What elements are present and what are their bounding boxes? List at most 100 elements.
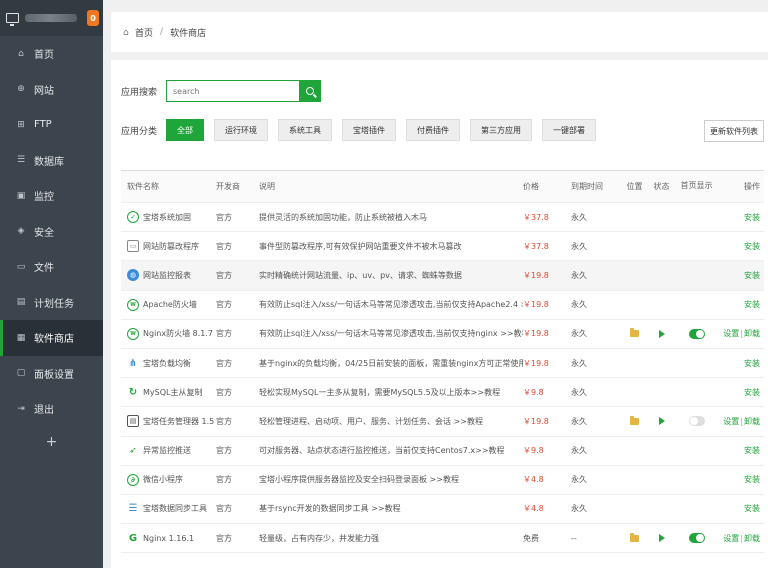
home-display-toggle[interactable] (688, 416, 705, 427)
folder-icon[interactable] (630, 328, 639, 338)
shield-icon: ◈ (17, 226, 25, 237)
folder-icon[interactable] (630, 415, 639, 425)
install-button[interactable]: 安装 (744, 271, 760, 280)
app-price: ￥19.8 (523, 416, 549, 426)
install-button[interactable]: 安装 (744, 359, 760, 368)
category-all[interactable]: 全部 (166, 119, 204, 141)
app-description: 基于nginx的负载均衡，04/25日前安装的面板，需重装nginx方可正常使用… (259, 358, 523, 368)
install-button[interactable]: 安装 (744, 504, 760, 513)
app-description: 轻松实现MySQL一主多从复制，需要MySQL5.5及以上版本>>教程 (259, 387, 501, 397)
install-button[interactable]: 安装 (744, 242, 760, 251)
sidebar-item-store[interactable]: ▦ 软件商店 (0, 320, 103, 356)
sidebar-item-tasks[interactable]: ▤ 计划任务 (0, 285, 103, 321)
install-button[interactable]: 安装 (744, 446, 760, 455)
category-system-tools[interactable]: 系统工具 (278, 119, 332, 141)
sidebar-item-monitor[interactable]: ▣ 监控 (0, 178, 103, 214)
notification-badge[interactable]: 0 (87, 10, 99, 26)
grid-icon: ▦ (16, 332, 26, 343)
app-name: 网站监控报表 (143, 270, 191, 280)
app-price: ￥37.8 (523, 241, 549, 251)
folder-icon[interactable] (630, 532, 639, 542)
header-actions: 操作 (744, 182, 760, 191)
app-description: 事件型防篡改程序,可有效保护网站重要文件不被木马篡改 (259, 241, 462, 251)
table-row: ↻ MySQL主从复制 官方 轻松实现MySQL一主多从复制，需要MySQL5.5… (121, 378, 764, 408)
uninstall-button[interactable]: 卸载 (744, 417, 760, 426)
settings-icon: ▢ (16, 368, 26, 379)
settings-button[interactable]: 设置 (723, 417, 739, 426)
update-list-button[interactable]: 更新软件列表 (704, 120, 764, 142)
app-price: ￥19.8 (523, 270, 549, 280)
app-expiry: -- (571, 533, 577, 543)
app-developer: 官方 (216, 270, 232, 280)
app-description: 轻量级，占有内存少，并发能力强 (259, 533, 379, 543)
play-icon[interactable] (658, 417, 665, 426)
category-paid-plugins[interactable]: 付费插件 (406, 119, 460, 141)
header-home-display: 首页显示 (680, 181, 713, 191)
breadcrumb-home[interactable]: 首页 (135, 26, 153, 39)
app-name: 宝塔系统加固 (143, 212, 191, 222)
app-description: 提供灵活的系统加固功能，防止系统被植入木马 (259, 212, 427, 222)
app-price: ￥19.8 (523, 329, 549, 339)
category-one-click[interactable]: 一键部署 (542, 119, 596, 141)
task-manager-icon: ▤ (127, 415, 139, 428)
sidebar-item-website[interactable]: ⊕ 网站 (0, 72, 103, 108)
search-button[interactable] (299, 80, 321, 102)
globe-icon: ⊕ (17, 84, 25, 95)
app-price: ￥9.8 (523, 387, 544, 397)
install-button[interactable]: 安装 (744, 475, 760, 484)
category-label: 应用分类 (121, 126, 158, 137)
settings-button[interactable]: 设置 (723, 534, 739, 543)
app-price: ￥4.8 (523, 475, 544, 485)
home-display-toggle[interactable] (688, 533, 705, 544)
app-price: ￥37.8 (523, 212, 549, 222)
sidebar-item-security[interactable]: ◈ 安全 (0, 214, 103, 250)
add-shortcut-button[interactable]: + (0, 427, 103, 457)
play-icon[interactable] (658, 329, 665, 338)
sidebar-item-logout[interactable]: ⇥ 退出 (0, 391, 103, 427)
sidebar: 0 ⌂ 首页 ⊕ 网站 ⊞ FTP ☰ 数据库 ▣ 监控 ◈ 安全 ▭ 文件 ▤ 计划任务 ▦ 软… (0, 0, 103, 568)
settings-button[interactable]: 设置 (723, 329, 739, 338)
app-description: 可对服务器、站点状态进行监控推送，当前仅支持Centos7.x>>教程 (259, 446, 505, 456)
send-icon: ➶ (129, 445, 137, 456)
waf-icon: W (127, 298, 139, 311)
install-button[interactable]: 安装 (744, 213, 760, 222)
uninstall-button[interactable]: 卸载 (744, 534, 760, 543)
play-icon[interactable] (658, 534, 665, 543)
app-expiry: 永久 (571, 300, 587, 310)
app-description: 基于rsync开发的数据同步工具 >>教程 (259, 504, 401, 514)
app-developer: 官方 (216, 241, 232, 251)
database-icon: ☰ (16, 155, 26, 166)
header-expiry: 到期时间 (571, 182, 603, 191)
app-developer: 官方 (216, 446, 232, 456)
sidebar-item-files[interactable]: ▭ 文件 (0, 249, 103, 285)
sidebar-item-database[interactable]: ☰ 数据库 (0, 143, 103, 179)
uninstall-button[interactable]: 卸载 (744, 329, 760, 338)
table-row: ∂ 微信小程序 官方 宝塔小程序提供服务器监控及安全扫码登录面板 >>教程 ￥4.… (121, 466, 764, 495)
task-icon: ▤ (16, 297, 26, 308)
home-display-toggle[interactable] (688, 328, 705, 339)
breadcrumb: ⌂ 首页 / 软件商店 (111, 12, 768, 52)
category-bt-plugins[interactable]: 宝塔插件 (342, 119, 396, 141)
install-button[interactable]: 安装 (744, 300, 760, 309)
load-balance-icon: ⋔ (128, 357, 138, 369)
replication-icon: ↻ (128, 386, 138, 398)
home-icon: ⌂ (18, 48, 24, 59)
table-row: ▭ 网站防篡改程序 官方 事件型防篡改程序,可有效保护网站重要文件不被木马篡改 ￥… (121, 232, 764, 262)
category-third-party[interactable]: 第三方应用 (470, 119, 532, 141)
app-description: 实时精确统计网站流量、ip、uv、pv、请求、蜘蛛等数据 (259, 270, 462, 280)
app-expiry: 永久 (571, 329, 587, 339)
table-row: ▤ 宝塔任务管理器 1.5 官方 轻松管理进程、启动项、用户、服务、计划任务、会话… (121, 407, 764, 437)
category-runtime[interactable]: 运行环境 (214, 119, 268, 141)
sidebar-item-home[interactable]: ⌂ 首页 (0, 36, 103, 72)
install-button[interactable]: 安装 (744, 388, 760, 397)
app-price: 免费 (523, 533, 539, 543)
header-name: 软件名称 (127, 182, 159, 191)
app-name: MySQL主从复制 (143, 387, 203, 397)
app-description: 宝塔小程序提供服务器监控及安全扫码登录面板 >>教程 (259, 475, 459, 485)
search-input[interactable] (166, 80, 299, 102)
app-developer: 官方 (216, 504, 232, 514)
header-status: 状态 (653, 182, 670, 191)
sidebar-item-settings[interactable]: ▢ 面板设置 (0, 356, 103, 392)
sidebar-item-ftp[interactable]: ⊞ FTP (0, 107, 103, 143)
app-name: 宝塔任务管理器 1.5 (143, 416, 215, 426)
